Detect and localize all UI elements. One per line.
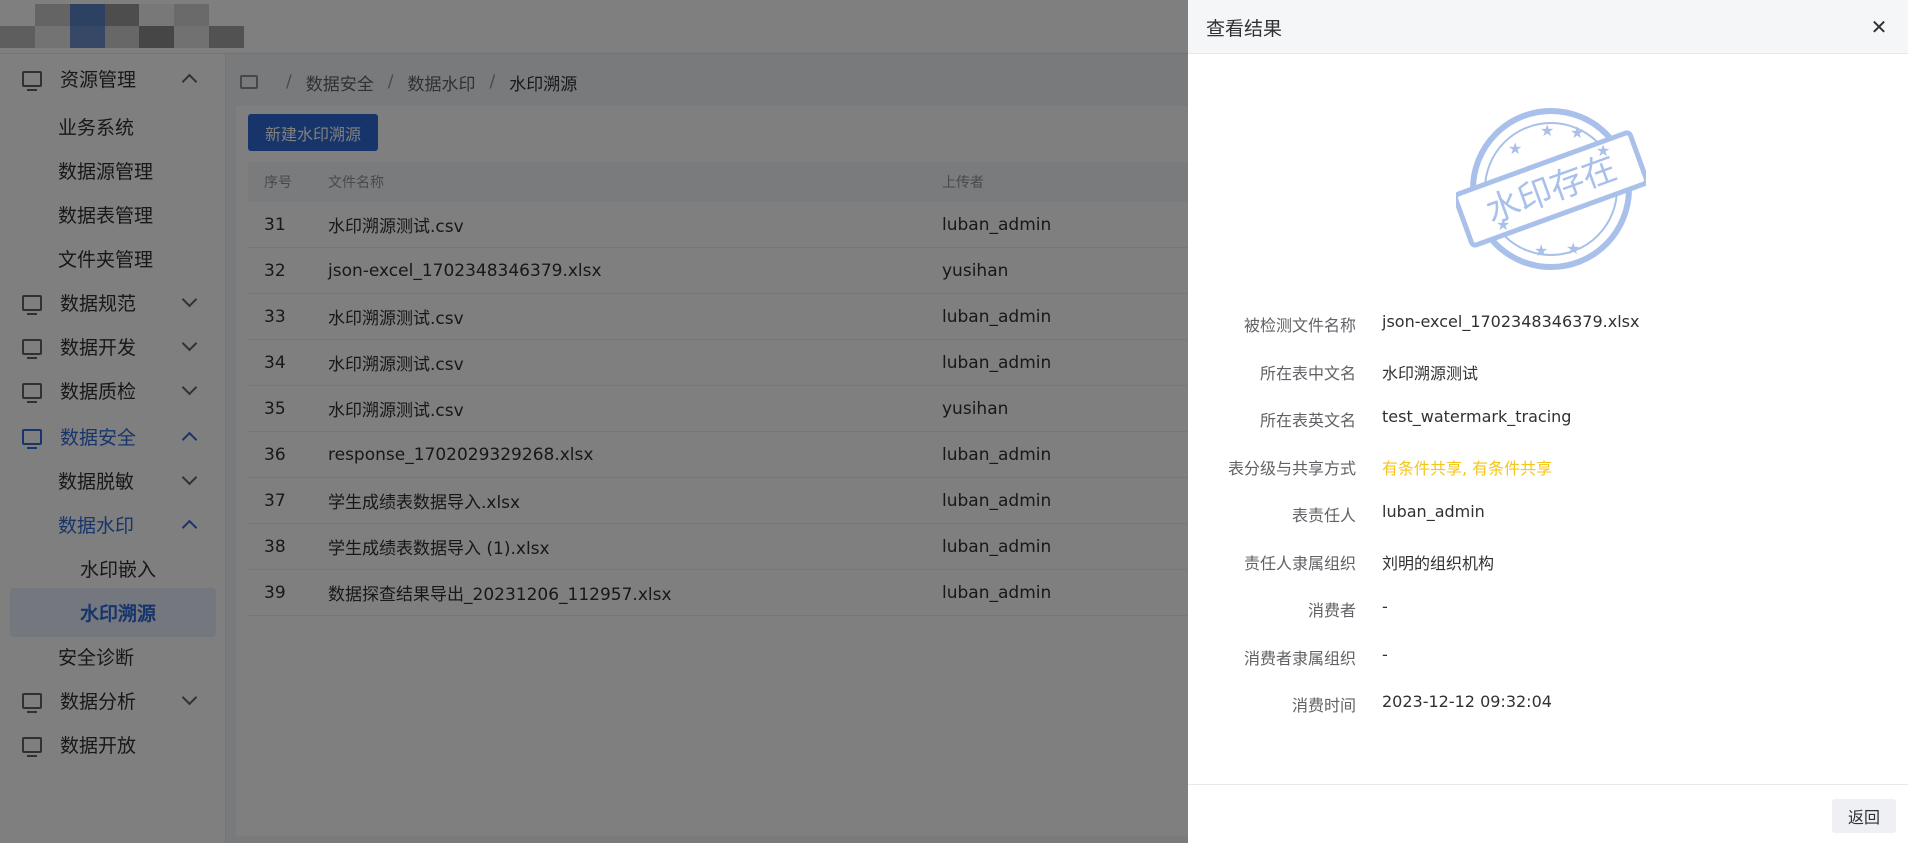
field-label: 表责任人 [1291,506,1356,525]
field-value: - [1382,644,1388,664]
close-icon[interactable]: ✕ [1866,14,1892,40]
result-field: 表责任人 luban_admin [1188,498,1908,528]
svg-text:★: ★ [1596,141,1610,160]
field-label: 消费时间 [1291,696,1356,715]
field-label: 所在表中文名 [1259,363,1356,383]
result-field: 消费时间 2023-12-12 09:32:04 [1188,688,1908,718]
drawer-title: 查看结果 [1206,18,1283,40]
svg-text:★: ★ [1496,215,1510,234]
field-value: json-excel_1702348346379.xlsx [1382,312,1640,331]
field-value: 有条件共享, 有条件共享 [1382,458,1553,478]
back-button[interactable]: 返回 [1832,799,1896,833]
result-drawer: 查看结果 ✕ 水印存在 ★ ★ ★ ★ ★ ★ ★ 被检测文件名称 json-excel_… [1188,0,1908,843]
drawer-header: 查看结果 ✕ [1188,0,1908,54]
result-field: 消费者隶属组织 - [1188,641,1908,671]
result-field: 表分级与共享方式 有条件共享, 有条件共享 [1188,451,1908,481]
field-label: 所在表英文名 [1259,411,1356,430]
field-label: 责任人隶属组织 [1243,553,1356,573]
field-value: luban_admin [1382,502,1485,521]
svg-text:★: ★ [1508,139,1522,158]
svg-text:★: ★ [1566,239,1580,258]
result-field: 被检测文件名称 json-excel_1702348346379.xlsx [1188,308,1908,338]
field-label: 被检测文件名称 [1243,316,1356,335]
svg-text:★: ★ [1570,123,1584,142]
field-value: 2023-12-12 09:32:04 [1382,692,1552,711]
result-field: 所在表英文名 test_watermark_tracing [1188,403,1908,433]
drawer-footer: 返回 [1188,784,1908,843]
result-field: 责任人隶属组织 刘明的组织机构 [1188,546,1908,576]
field-value: - [1382,597,1388,616]
result-field: 所在表中文名 水印溯源测试 [1188,356,1908,386]
field-label: 消费者 [1307,601,1356,620]
field-value: 水印溯源测试 [1382,363,1479,383]
field-value: 刘明的组织机构 [1382,553,1495,573]
watermark-stamp-icon: 水印存在 ★★ ★ ★★ ★ ★ [1456,108,1646,270]
svg-text:★: ★ [1534,241,1548,260]
field-value: test_watermark_tracing [1382,407,1572,426]
result-field: 消费者 - [1188,593,1908,623]
svg-text:★: ★ [1540,121,1554,140]
field-label: 消费者隶属组织 [1243,648,1356,668]
field-label: 表分级与共享方式 [1227,458,1356,478]
